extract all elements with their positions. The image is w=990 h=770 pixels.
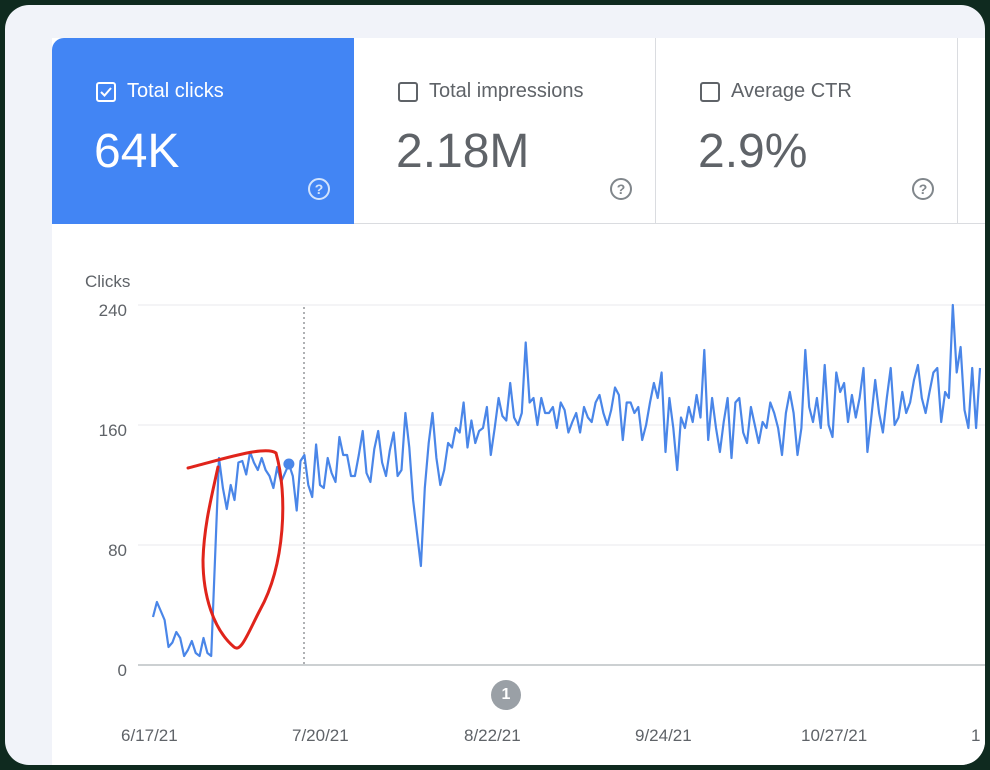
x-tick-label: 10/27/21	[801, 726, 868, 745]
x-tick-label: 9/24/21	[635, 726, 692, 745]
x-tick-label: 1	[971, 726, 981, 745]
x-tick-label: 7/20/21	[292, 726, 349, 745]
clicks-line-chart	[138, 303, 985, 667]
app-frame: Total clicks 64K ? Total impressions 2.1…	[5, 5, 985, 765]
series-line-clicks	[151, 303, 982, 658]
hand-drawn-highlight	[186, 449, 285, 650]
x-tick-label: 6/17/21	[121, 726, 178, 745]
data-point-marker	[283, 458, 295, 470]
annotation-badge[interactable]: 1	[491, 680, 521, 710]
x-tick-label: 8/22/21	[464, 726, 521, 745]
